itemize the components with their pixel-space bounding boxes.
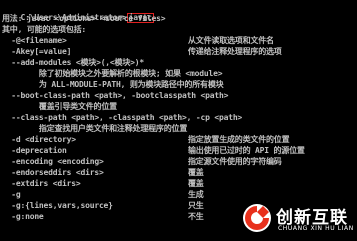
option-name: -extdirs <dirs> — [2, 179, 81, 188]
brand-subtitle: CHUANG XIN HU LIAN — [278, 225, 354, 232]
output-line: 除了初始模块之外要解析的根模块; 如果 <module> — [2, 69, 223, 79]
output-line: 其中, 可能的选项包括: — [2, 25, 86, 35]
option-name: --add-modules <模块>(,<模块>)* — [2, 58, 144, 67]
output-line: --add-modules <模块>(,<模块>)* — [2, 58, 144, 68]
brand-watermark: 创新互联 CHUANG XIN HU LIAN — [232, 195, 357, 241]
output-line: 指定查找用户类文件和注释处理程序的位置 — [2, 124, 187, 134]
output-line: -g 生成 — [2, 190, 204, 200]
option-description: 生成 — [188, 190, 204, 199]
option-name: -d <directory> — [2, 135, 76, 144]
option-description: 覆盖 — [188, 168, 204, 177]
option-name: -deprecation — [2, 146, 67, 155]
option-description: 为 ALL-MODULE-PATH, 则为模块路径中的所有模块 — [2, 80, 224, 89]
option-description: 除了初始模块之外要解析的根模块; 如果 <module> — [2, 69, 223, 78]
output-line: 覆盖引导类文件的位置 — [2, 102, 117, 112]
option-description: 从文件读取选项和文件名 — [188, 36, 274, 45]
output-line: -g:none 不生 — [2, 212, 204, 222]
output-line: -extdirs <dirs> 覆盖 — [2, 179, 204, 189]
option-description: 覆盖引导类文件的位置 — [2, 102, 117, 111]
option-description: 不生 — [188, 212, 204, 221]
option-name: -Akey[=value] — [2, 47, 72, 56]
output-line: -deprecation 输出使用已过时的 API 的源位置 — [2, 146, 305, 156]
option-description: 指定查找用户类文件和注释处理程序的位置 — [2, 124, 188, 133]
option-name: -g — [2, 190, 21, 199]
option-description: 输出使用已过时的 API 的源位置 — [188, 146, 305, 155]
option-name: --class-path <path>, -classpath <path>, … — [2, 113, 243, 122]
line-text: 用法: javac <options> <source files> — [2, 14, 166, 23]
output-line: --class-path <path>, -classpath <path>, … — [2, 113, 242, 123]
output-line: -d <directory> 指定放置生成的类文件的位置 — [2, 135, 289, 145]
output-line: -Akey[=value] 传递给注释处理程序的选项 — [2, 47, 282, 57]
output-line: 用法: javac <options> <source files> — [2, 14, 166, 24]
command-prompt-line: C:\Users\Administrator> javac — [2, 3, 154, 23]
option-name: -endorseddirs <dirs> — [2, 168, 104, 177]
output-line: -g:{lines,vars,source} 只生 — [2, 201, 204, 211]
option-name: --boot-class-path <path>, -bootclasspath… — [2, 91, 229, 100]
output-line: 为 ALL-MODULE-PATH, 则为模块路径中的所有模块 — [2, 80, 224, 90]
option-name: -encoding <encoding> — [2, 157, 104, 166]
line-text: 其中, 可能的选项包括: — [2, 25, 87, 34]
option-description: 传递给注释处理程序的选项 — [188, 47, 282, 56]
output-line: -@<filename> 从文件读取选项和文件名 — [2, 36, 274, 46]
option-description: 只生 — [188, 201, 204, 210]
output-line: --boot-class-path <path>, -bootclasspath… — [2, 91, 228, 101]
option-description: 指定源文件使用的字符编码 — [188, 157, 282, 166]
brand-logo-icon — [243, 204, 271, 232]
option-name: -@<filename> — [2, 36, 67, 45]
output-line: -encoding <encoding> 指定源文件使用的字符编码 — [2, 157, 282, 167]
output-line: -endorseddirs <dirs> 覆盖 — [2, 168, 204, 178]
option-name: -g:none — [2, 212, 44, 221]
option-description: 指定放置生成的类文件的位置 — [188, 135, 290, 144]
option-name: -g:{lines,vars,source} — [2, 201, 113, 210]
option-description: 覆盖 — [188, 179, 204, 188]
